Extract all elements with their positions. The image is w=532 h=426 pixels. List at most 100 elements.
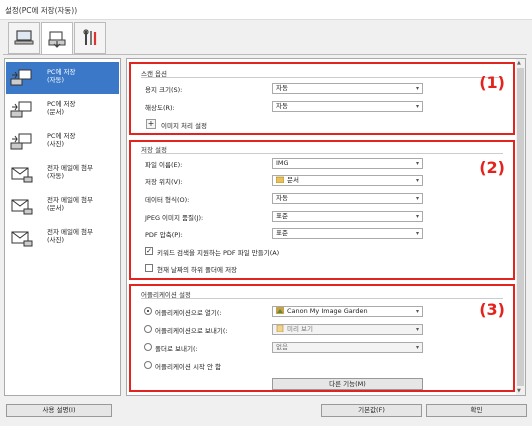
tab-tools[interactable] (74, 22, 106, 54)
scanner-icon (48, 30, 66, 48)
file-name-combo[interactable]: IMG ▾ (272, 158, 423, 169)
window-title-bar: 설정(PC에 저장(자동)) (0, 0, 532, 20)
data-format-value: 자동 (276, 194, 288, 202)
tab-scanner[interactable] (41, 22, 73, 55)
keyword-pdf-checkbox[interactable]: ✓ (145, 247, 153, 255)
sidebar-item-label: PC에 저장 (자동) (47, 68, 76, 84)
save-document-icon (10, 101, 32, 118)
file-name-label: 파일 이름(E): (145, 161, 183, 169)
section-divider (141, 298, 503, 299)
chevron-down-icon: ▾ (415, 160, 419, 167)
sidebar-item-save-photo[interactable]: PC에 저장 (사진) (6, 126, 119, 158)
pdf-compression-value: 표준 (276, 229, 288, 237)
resolution-combo[interactable]: 자동 ▾ (272, 101, 423, 112)
chevron-down-icon: ▾ (415, 326, 419, 333)
computer-scan-icon (14, 30, 34, 45)
email-document-icon (11, 199, 33, 215)
chevron-down-icon: ▾ (415, 195, 419, 202)
tab-divider (3, 54, 527, 55)
email-photo-icon (11, 231, 33, 247)
send-to-folder-radio[interactable] (144, 343, 152, 351)
tools-icon (83, 29, 97, 45)
window-title: 설정(PC에 저장(자동)) (5, 6, 78, 15)
paper-size-label: 용지 크기(S): (145, 86, 183, 94)
chevron-down-icon: ▾ (415, 85, 419, 92)
section-divider (141, 77, 503, 78)
sidebar-item-label: 전자 메일에 첨부 (자동) (47, 164, 93, 180)
sidebar-item-label: 전자 메일에 첨부 (문서) (47, 196, 93, 212)
scan-options-section: 스캔 옵션 (1) 용지 크기(S): 자동 ▾ 해상도(R): 자동 ▾ + … (129, 62, 515, 135)
ok-button[interactable]: 확인 (426, 404, 527, 417)
save-in-value: 문서 (287, 176, 299, 184)
chevron-down-icon: ▾ (415, 308, 419, 315)
open-with-app-label: 어플리케이션으로 열기(: (155, 309, 222, 317)
section-number-1: (1) (479, 73, 505, 92)
my-image-garden-icon (276, 307, 284, 314)
sidebar-item-save-auto[interactable]: PC에 저장 (자동) (6, 62, 119, 94)
expand-image-processing-button[interactable]: + (146, 119, 156, 129)
send-to-folder-label: 폴더로 보내기(: (155, 345, 198, 353)
send-to-folder-value: 없음 (276, 343, 288, 351)
no-app-radio[interactable] (144, 361, 152, 369)
save-settings-section: 저장 설정 (2) 파일 이름(E): IMG ▾ 저장 위치(V): 문서 ▾… (129, 140, 515, 280)
file-name-value: IMG (276, 159, 289, 167)
save-photo-icon (10, 133, 32, 150)
section-divider (141, 153, 503, 154)
send-to-app-label: 어플리케이션으로 보내기(: (155, 327, 228, 335)
more-functions-button[interactable]: 다른 기능(M) (272, 378, 423, 390)
sidebar-item-save-document[interactable]: PC에 저장 (문서) (6, 94, 119, 126)
no-app-label: 어플리케이션 시작 안 함 (155, 363, 221, 371)
send-to-folder-combo[interactable]: 없음 ▾ (272, 342, 423, 353)
subfolder-checkbox[interactable] (145, 264, 153, 272)
send-to-app-value: 미리 보기 (287, 325, 313, 333)
email-auto-icon (11, 167, 33, 183)
sidebar-item-label: PC에 저장 (사진) (47, 132, 76, 148)
chevron-down-icon: ▾ (415, 103, 419, 110)
send-to-app-combo[interactable]: 미리 보기 ▾ (272, 324, 423, 335)
checkmark-icon: ✓ (146, 247, 152, 255)
pdf-compression-combo[interactable]: 표준 ▾ (272, 228, 423, 239)
resolution-value: 자동 (276, 102, 288, 110)
settings-scrollbar[interactable]: ▲ ▼ (516, 59, 525, 395)
chevron-down-icon: ▾ (415, 344, 419, 351)
save-in-combo[interactable]: 문서 ▾ (272, 175, 423, 186)
sidebar-item-email-document[interactable]: 전자 메일에 첨부 (문서) (6, 190, 119, 222)
documents-folder-icon (276, 176, 284, 183)
open-with-app-value: Canon My Image Garden (287, 307, 368, 315)
application-settings-section: 어플리케이션 설정 (3) 어플리케이션으로 열기(: Canon My Ima… (129, 284, 515, 392)
jpeg-quality-combo[interactable]: 표준 ▾ (272, 211, 423, 222)
plus-icon: + (147, 119, 155, 128)
chevron-down-icon: ▾ (415, 230, 419, 237)
sidebar-item-label: PC에 저장 (문서) (47, 100, 76, 116)
preview-app-icon (276, 325, 284, 332)
pdf-compression-label: PDF 압축(P): (145, 231, 183, 239)
section-number-3: (3) (479, 300, 505, 319)
open-with-app-combo[interactable]: Canon My Image Garden ▾ (272, 306, 423, 317)
scroll-up-icon[interactable]: ▲ (517, 60, 521, 66)
subfolder-label: 현재 날짜의 하위 폴더에 저장 (157, 266, 238, 274)
tab-computer-scan[interactable] (8, 22, 40, 54)
keyword-pdf-label: 키워드 검색을 지원하는 PDF 파일 만들기(A) (157, 249, 280, 257)
chevron-down-icon: ▾ (415, 177, 419, 184)
instructions-button[interactable]: 사용 설명(I) (6, 404, 112, 417)
data-format-combo[interactable]: 자동 ▾ (272, 193, 423, 204)
jpeg-quality-value: 표준 (276, 212, 288, 220)
section-number-2: (2) (479, 158, 505, 177)
send-to-app-radio[interactable] (144, 325, 152, 333)
sidebar-item-email-photo[interactable]: 전자 메일에 첨부 (사진) (6, 222, 119, 254)
scroll-down-icon[interactable]: ▼ (517, 388, 521, 394)
scan-mode-list: PC에 저장 (자동) PC에 저장 (문서) PC에 저장 (사진) 전자 메… (4, 58, 121, 396)
open-with-app-radio[interactable] (144, 307, 152, 315)
sidebar-item-email-auto[interactable]: 전자 메일에 첨부 (자동) (6, 158, 119, 190)
resolution-label: 해상도(R): (145, 104, 175, 112)
save-auto-icon (10, 69, 32, 86)
paper-size-combo[interactable]: 자동 ▾ (272, 83, 423, 94)
defaults-button[interactable]: 기본값(F) (321, 404, 422, 417)
scrollbar-thumb[interactable] (517, 68, 524, 386)
paper-size-value: 자동 (276, 84, 288, 92)
save-in-label: 저장 위치(V): (145, 178, 183, 186)
chevron-down-icon: ▾ (415, 213, 419, 220)
jpeg-quality-label: JPEG 이미지 품질(J): (145, 214, 204, 222)
settings-panel: 스캔 옵션 (1) 용지 크기(S): 자동 ▾ 해상도(R): 자동 ▾ + … (126, 58, 526, 396)
data-format-label: 데이터 형식(O): (145, 196, 190, 204)
